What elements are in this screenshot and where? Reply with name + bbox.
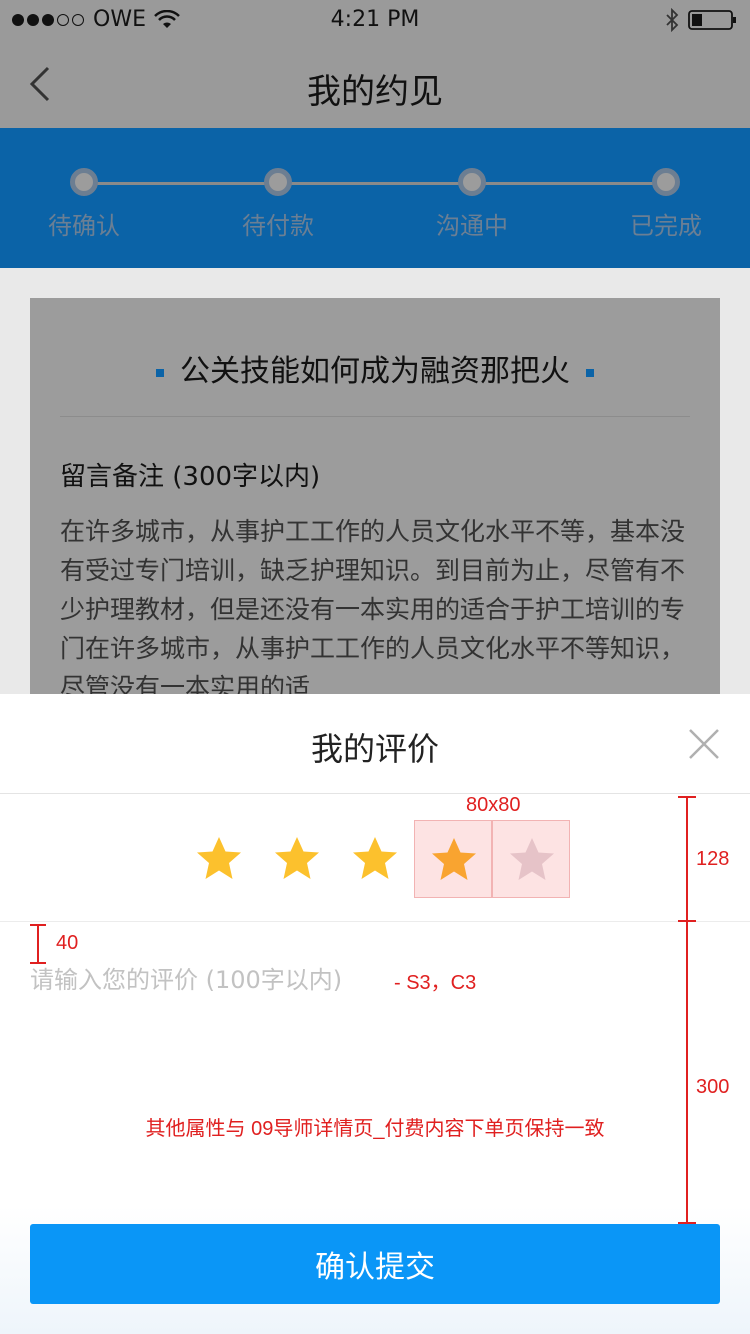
star-icon	[197, 837, 241, 879]
appointment-card: 公关技能如何成为融资那把火 留言备注 (300字以内) 在许多城市，从事护工工作…	[30, 298, 720, 718]
progress-steps: 待确认 待付款 沟通中 已完成	[0, 128, 750, 268]
comment-input[interactable]	[30, 960, 720, 1260]
star-4[interactable]	[414, 820, 492, 898]
rating-sheet: 我的评价 确认提交	[0, 694, 750, 1334]
step-dot	[458, 168, 486, 196]
star-icon	[353, 837, 397, 879]
star-icon	[275, 837, 319, 879]
sheet-title: 我的评价	[310, 730, 439, 768]
battery-icon	[688, 10, 736, 30]
step-dot	[70, 168, 98, 196]
annotation-rating-height: 128	[696, 848, 730, 870]
progress-line	[84, 182, 666, 185]
status-time: 4:21 PM	[330, 7, 420, 32]
annotation-line	[686, 922, 688, 1224]
status-bar: OWE 4:21 PM	[0, 0, 750, 40]
card-title-row: 公关技能如何成为融资那把火	[30, 346, 720, 390]
star-icon	[432, 838, 476, 880]
step-completed: 已完成	[606, 168, 726, 241]
annotation-star-size: 80x80	[466, 794, 521, 816]
star-icon	[510, 838, 554, 880]
nav-bar: 我的约见	[0, 40, 750, 128]
close-icon[interactable]	[688, 728, 720, 760]
divider	[60, 416, 690, 417]
star-5[interactable]	[492, 820, 570, 898]
annotation-tick	[30, 962, 46, 964]
bullet-square-icon	[586, 368, 594, 377]
sheet-header: 我的评价	[0, 694, 750, 794]
annotation-line	[37, 924, 39, 964]
note-body: 在许多城市，从事护工工作的人员文化水平不等，基本没有受过专门培训，缺乏护理知识。…	[60, 517, 686, 702]
submit-button[interactable]: 确认提交	[30, 1224, 720, 1304]
step-label: 已完成	[630, 212, 702, 240]
step-dot	[264, 168, 292, 196]
step-communicating: 沟通中	[412, 168, 532, 241]
page-title: 我的约见	[307, 72, 443, 112]
star-2[interactable]	[258, 820, 336, 898]
annotation-tick	[678, 1222, 696, 1224]
step-label: 沟通中	[436, 212, 508, 240]
annotation-note: 其他属性与 09导师详情页_付费内容下单页保持一致	[145, 1118, 605, 1140]
card-title: 公关技能如何成为融资那把火	[180, 354, 570, 389]
annotation-placeholder-style: - S3，C3	[394, 972, 477, 994]
note-heading: 留言备注 (300字以内)	[60, 462, 321, 492]
star-rating	[0, 794, 750, 922]
step-dot	[652, 168, 680, 196]
step-label: 待确认	[48, 212, 120, 240]
step-pending-payment: 待付款	[218, 168, 338, 241]
bullet-square-icon	[156, 368, 164, 377]
annotation-placeholder-offset: 40	[56, 932, 79, 954]
bluetooth-icon	[666, 8, 679, 32]
step-label: 待付款	[242, 212, 314, 240]
step-pending-confirm: 待确认	[24, 168, 144, 241]
star-3[interactable]	[336, 820, 414, 898]
star-1[interactable]	[180, 820, 258, 898]
annotation-input-height: 300	[696, 1076, 730, 1098]
annotation-line	[686, 796, 688, 922]
